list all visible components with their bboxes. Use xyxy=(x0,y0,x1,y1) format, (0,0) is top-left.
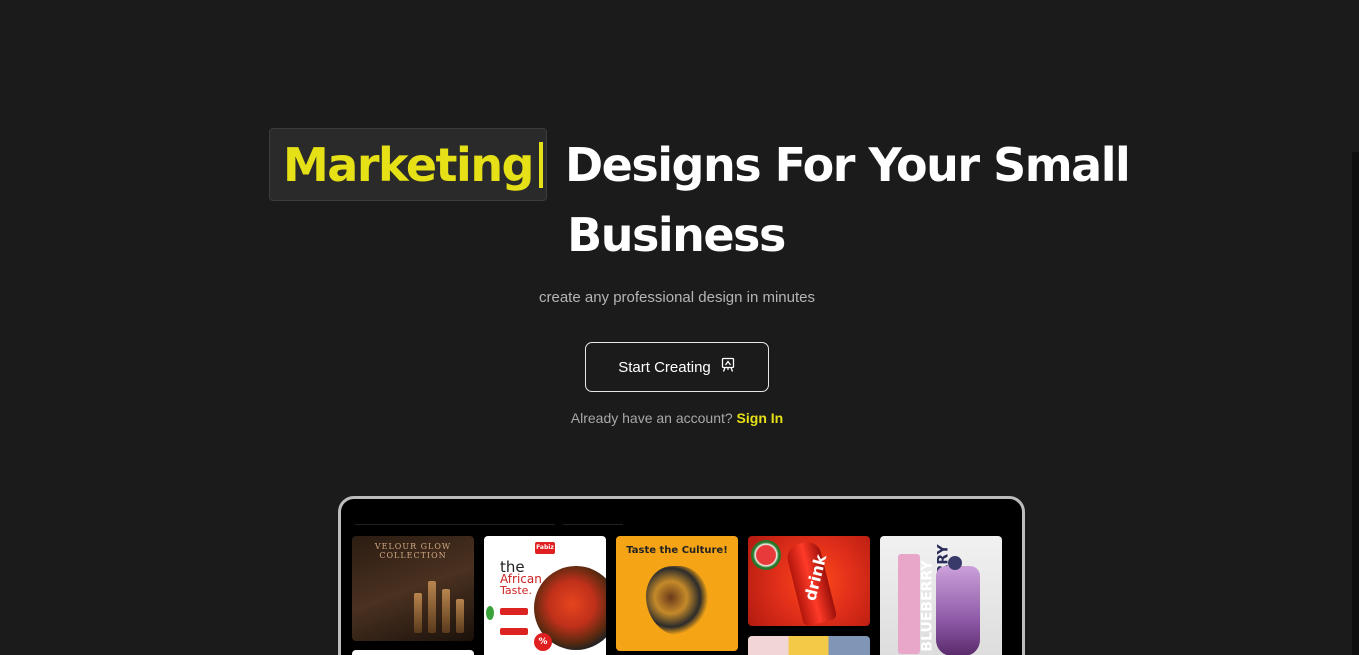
africa-map-image xyxy=(646,566,708,636)
easel-icon xyxy=(720,357,736,377)
product-bottle xyxy=(456,599,464,633)
device-toolbar xyxy=(355,524,630,526)
typing-cursor xyxy=(539,141,543,188)
template-card-cosmetics[interactable]: VELOUR GLOW COLLECTION xyxy=(352,536,474,641)
start-creating-label: Start Creating xyxy=(618,358,711,376)
template-card-culture[interactable]: Taste the Culture! xyxy=(616,536,738,651)
product-bottle xyxy=(442,589,450,633)
card-title: Taste the Culture! xyxy=(626,545,728,556)
template-card-african-taste[interactable]: Fabiz the African Taste. % xyxy=(484,536,606,655)
headline-highlight: Marketing xyxy=(269,128,547,201)
price-tag xyxy=(500,628,528,635)
price-tag xyxy=(500,608,528,615)
watermelon-image xyxy=(751,540,781,570)
template-card-drink[interactable]: drink xyxy=(748,536,870,626)
headline-line2: Business xyxy=(567,208,786,262)
product-bottle xyxy=(414,593,422,633)
start-creating-button[interactable]: Start Creating xyxy=(585,342,769,392)
leaf-decoration xyxy=(486,606,494,620)
scrollbar-thumb[interactable] xyxy=(1352,152,1359,655)
card-title: VELOUR GLOW COLLECTION xyxy=(374,542,452,560)
smoothie-glass-image xyxy=(936,566,980,655)
headline-row: Marketing Designs For Your Small xyxy=(269,128,1131,201)
highlight-word: Marketing xyxy=(283,137,535,192)
template-card-swatches[interactable] xyxy=(748,636,870,655)
hero-subtitle: create any professional design in minute… xyxy=(539,289,815,306)
discount-badge: % xyxy=(534,633,552,651)
brand-logo: Fabiz xyxy=(535,542,555,554)
template-card-blueberry[interactable]: BLUEBERRY BLUEBERRY xyxy=(880,536,1002,655)
product-bottle xyxy=(428,581,436,633)
signin-row: Already have an account? Sign In xyxy=(0,410,1354,426)
sign-in-link[interactable]: Sign In xyxy=(737,410,784,426)
card-word-outline: BLUEBERRY xyxy=(919,560,936,652)
blueberry-image xyxy=(948,556,962,570)
signin-prompt: Already have an account? xyxy=(570,410,733,426)
headline-text: Designs For Your Small xyxy=(565,137,1131,192)
template-card-blank[interactable] xyxy=(352,650,474,655)
card-title-line3: Taste. xyxy=(500,584,532,597)
pink-stripe xyxy=(898,554,920,654)
